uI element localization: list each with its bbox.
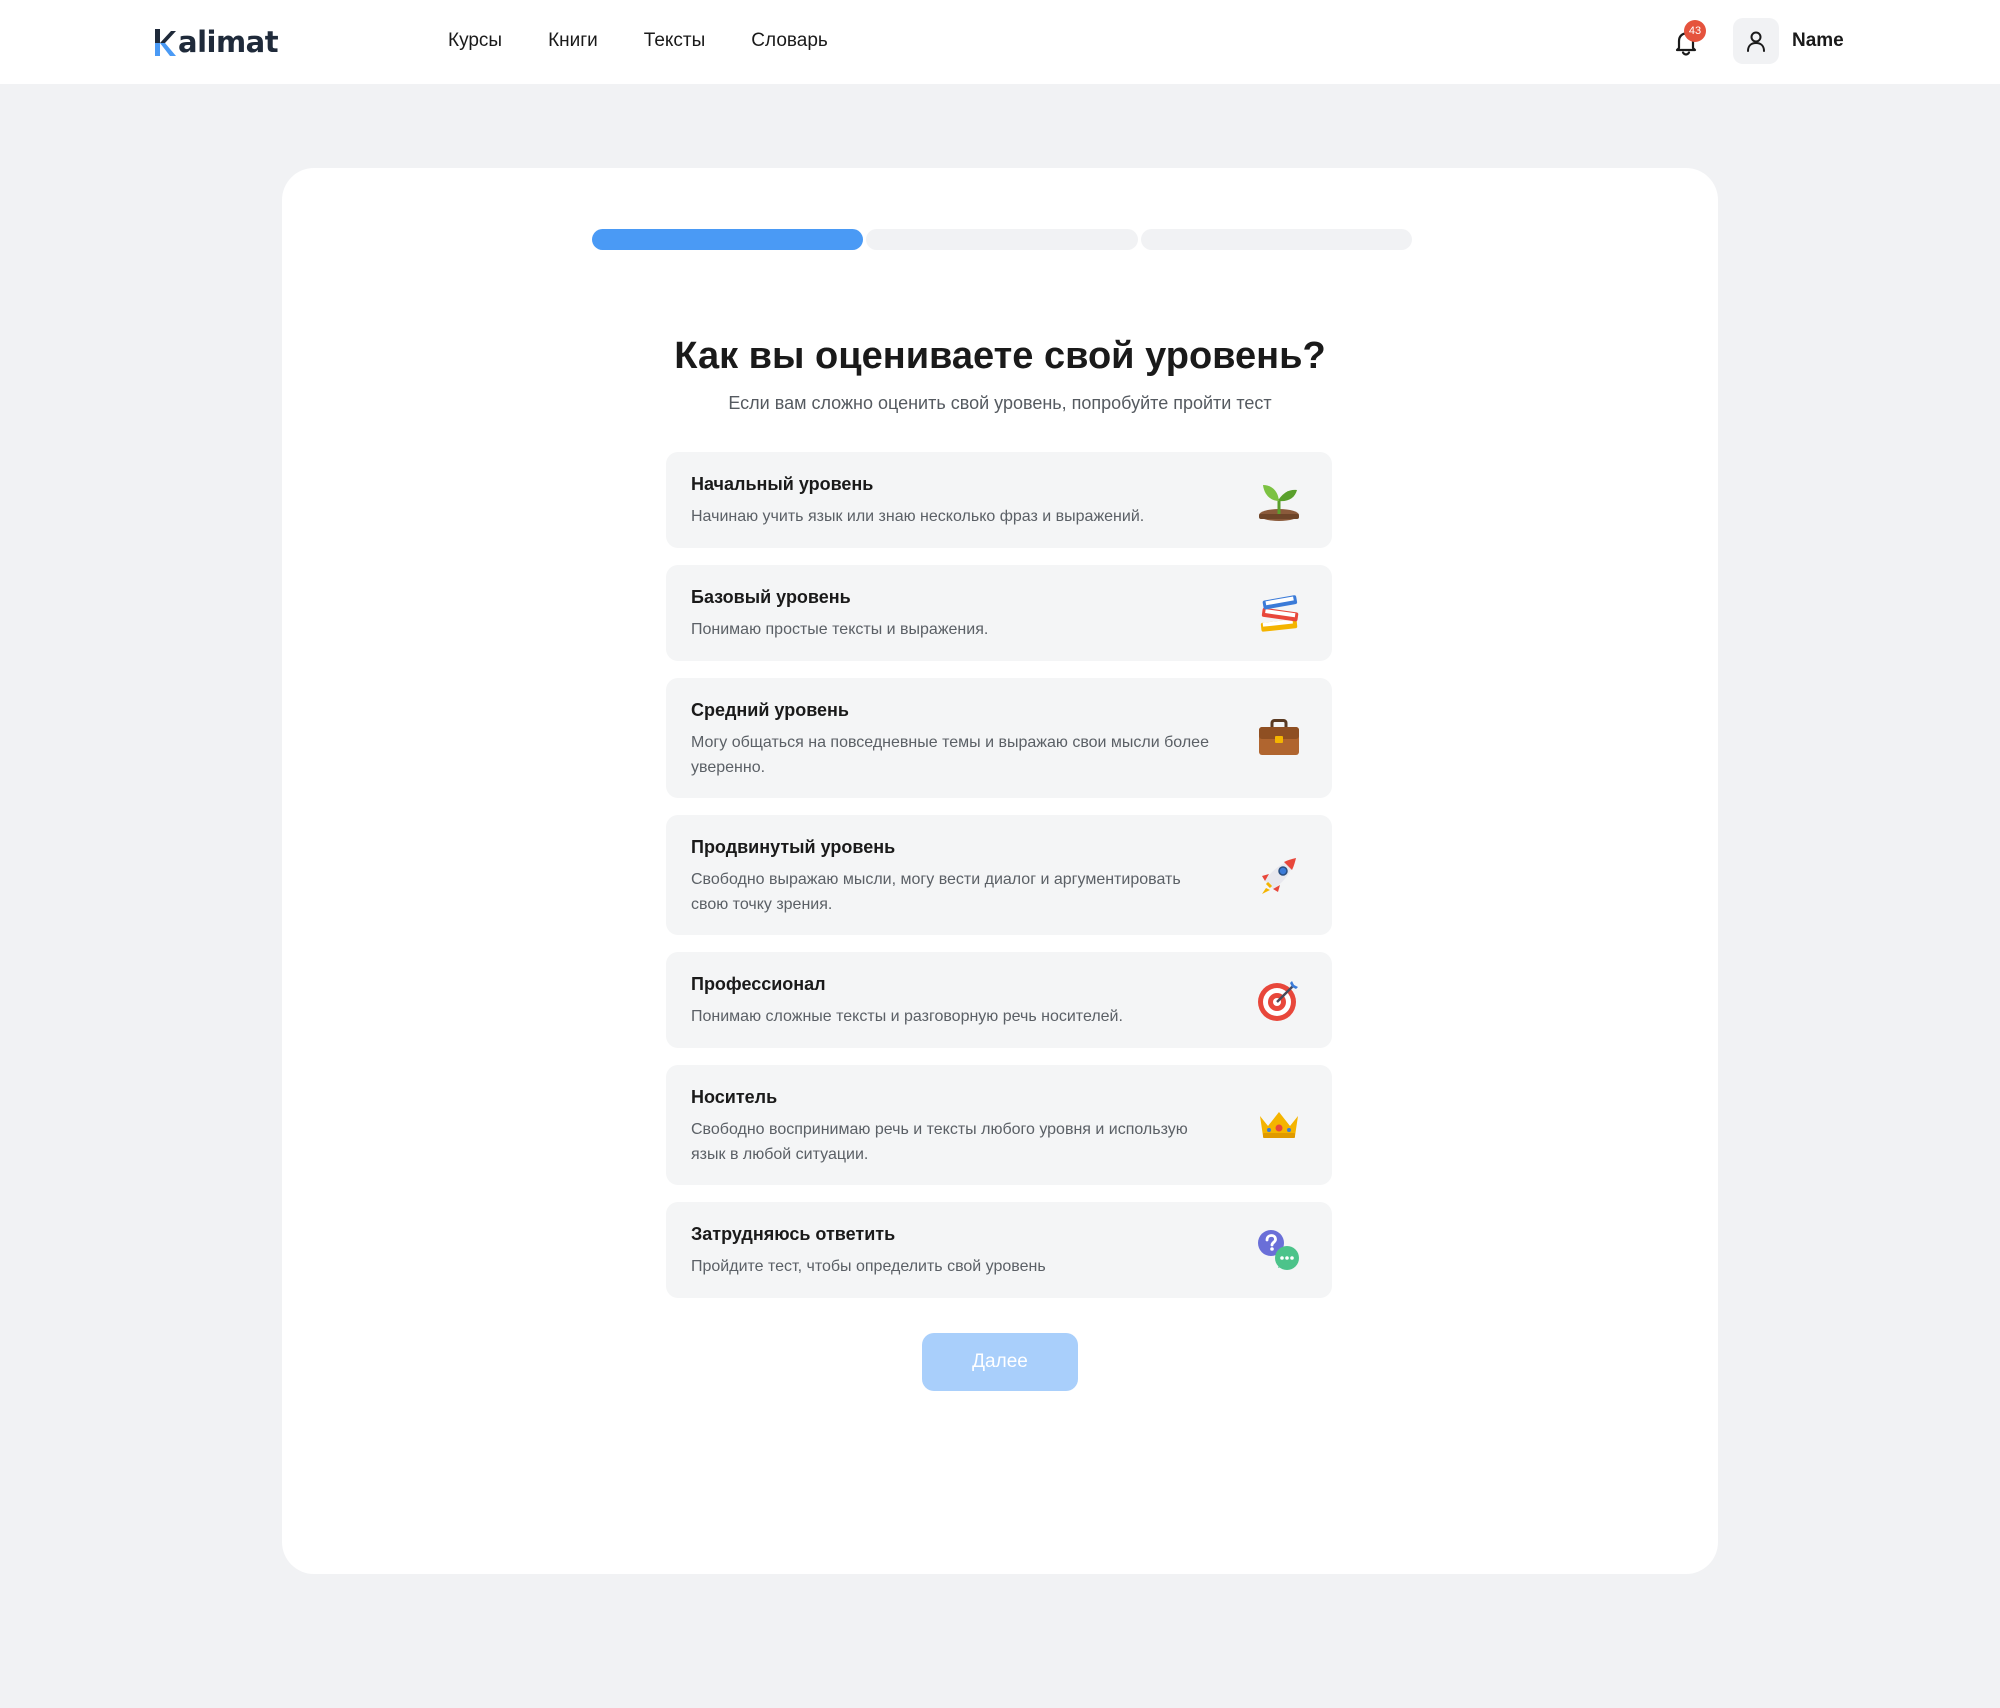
option-description: Могу общаться на повседневные темы и выр… xyxy=(691,734,1209,776)
nav-dictionary[interactable]: Словарь xyxy=(751,28,828,54)
briefcase-icon xyxy=(1256,715,1302,761)
notification-count-badge: 43 xyxy=(1684,20,1706,42)
progress-step-3 xyxy=(1140,229,1412,250)
option-title: Носитель xyxy=(691,1087,778,1107)
level-option-unsure[interactable]: Затрудняюсь ответить Пройдите тест, чтоб… xyxy=(666,1202,1332,1298)
nav-texts[interactable]: Тексты xyxy=(644,28,706,54)
level-selection-card: Как вы оцениваете свой уровень? Если вам… xyxy=(282,168,1718,1574)
next-button[interactable]: Далее xyxy=(922,1333,1078,1391)
option-title: Базовый уровень xyxy=(691,587,851,607)
option-title: Начальный уровень xyxy=(691,474,874,494)
nav-books[interactable]: Книги xyxy=(548,28,598,54)
progress-step-1 xyxy=(592,229,864,250)
page-title: Как вы оцениваете свой уровень? xyxy=(674,335,1326,377)
option-description: Понимаю сложные тексты и разговорную реч… xyxy=(691,1008,1123,1025)
kalimat-logo[interactable]: alimat xyxy=(155,24,279,60)
level-option-intermediate[interactable]: Средний уровень Могу общаться на повседн… xyxy=(666,678,1332,798)
top-header: alimat Курсы Книги Тексты Словарь 43 Nam… xyxy=(0,0,2000,84)
logo-k-mark-icon xyxy=(155,26,177,58)
target-icon xyxy=(1256,977,1302,1023)
progress-step-2 xyxy=(866,229,1138,250)
main-nav: Курсы Книги Тексты Словарь xyxy=(448,28,828,54)
option-title: Затрудняюсь ответить xyxy=(691,1224,896,1244)
option-description: Свободно воспринимаю речь и тексты любог… xyxy=(691,1121,1188,1163)
page-subtitle: Если вам сложно оценить свой уровень, по… xyxy=(728,393,1272,413)
books-icon xyxy=(1256,590,1302,636)
level-option-beginner[interactable]: Начальный уровень Начинаю учить язык или… xyxy=(666,452,1332,548)
level-option-advanced[interactable]: Продвинутый уровень Свободно выражаю мыс… xyxy=(666,815,1332,935)
level-option-basic[interactable]: Базовый уровень Понимаю простые тексты и… xyxy=(666,565,1332,661)
level-option-professional[interactable]: Профессионал Понимаю сложные тексты и ра… xyxy=(666,952,1332,1048)
option-title: Профессионал xyxy=(691,974,826,994)
crown-icon xyxy=(1256,1102,1302,1148)
level-options-list: Начальный уровень Начинаю учить язык или… xyxy=(666,452,1332,1298)
option-title: Продвинутый уровень xyxy=(691,837,896,857)
seedling-icon xyxy=(1256,477,1302,523)
logo-text: alimat xyxy=(178,25,279,59)
user-name[interactable]: Name xyxy=(1792,28,1844,54)
level-option-native[interactable]: Носитель Свободно воспринимаю речь и тек… xyxy=(666,1065,1332,1185)
option-description: Свободно выражаю мысли, могу вести диало… xyxy=(691,871,1181,913)
rocket-icon xyxy=(1256,852,1302,898)
option-description: Понимаю простые тексты и выражения. xyxy=(691,621,989,638)
option-description: Пройдите тест, чтобы определить свой уро… xyxy=(691,1258,1046,1275)
user-avatar-button[interactable] xyxy=(1733,18,1779,64)
option-description: Начинаю учить язык или знаю несколько фр… xyxy=(691,508,1145,525)
step-progress-bar xyxy=(592,229,1412,250)
question-chat-icon xyxy=(1256,1227,1302,1273)
user-icon xyxy=(1747,31,1765,52)
option-title: Средний уровень xyxy=(691,700,849,720)
nav-courses[interactable]: Курсы xyxy=(448,28,502,54)
